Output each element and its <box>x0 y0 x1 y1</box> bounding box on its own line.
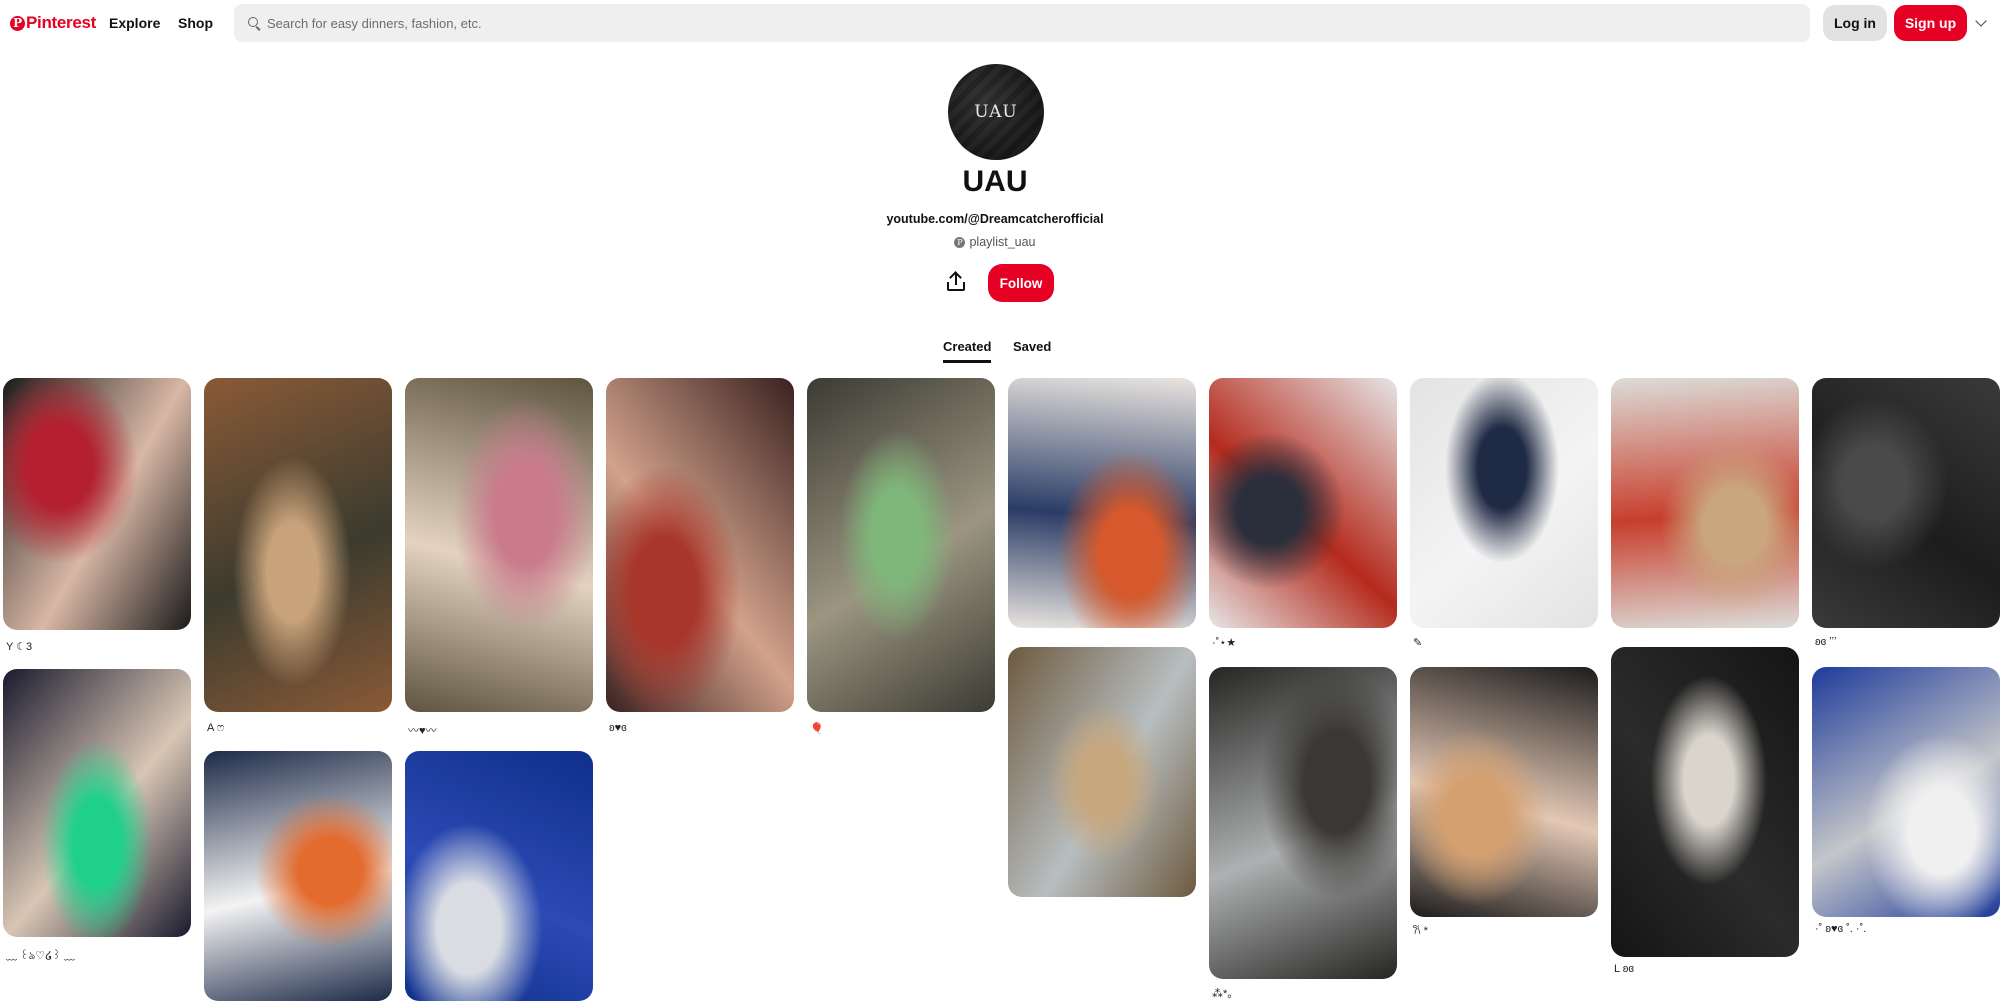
profile-website-link[interactable]: youtube.com/@Dreamcatcherofficial <box>0 212 1990 226</box>
avatar-logo-text: UAU <box>974 102 1018 122</box>
pin-image[interactable] <box>405 751 593 1001</box>
pin-caption[interactable]: ·˚ ʚ♥ɞ ˚. ·˚. <box>1815 923 1866 935</box>
pin-caption[interactable]: ﹏ ꒰ঌ♡໒꒱ ﹏ <box>6 947 75 966</box>
pin-image[interactable] <box>3 669 191 937</box>
login-button[interactable]: Log in <box>1823 5 1887 41</box>
pin-caption[interactable]: L ʚɞ <box>1614 963 1634 975</box>
pin-image[interactable] <box>1812 378 2000 628</box>
pin-caption[interactable]: A ෆ <box>207 722 224 735</box>
pin-image[interactable] <box>1410 378 1598 628</box>
pin-caption[interactable]: 〰♥〰 <box>408 722 437 738</box>
pin-image[interactable] <box>1008 378 1196 628</box>
pin-image[interactable] <box>204 378 392 712</box>
signup-button[interactable]: Sign up <box>1894 5 1967 41</box>
pinterest-logo[interactable]: P Pinterest <box>10 13 96 33</box>
logo-text: Pinterest <box>26 13 97 32</box>
search-bar[interactable] <box>234 4 1810 42</box>
pin-image[interactable] <box>807 378 995 712</box>
pin-image[interactable] <box>606 378 794 712</box>
pin-caption[interactable]: ⁂*。 <box>1212 985 1238 1001</box>
profile-handle: P playlist_uau <box>0 235 1990 249</box>
profile-avatar: UAU <box>948 64 1044 160</box>
pin-image[interactable] <box>1008 647 1196 897</box>
tab-created[interactable]: Created <box>943 339 992 363</box>
pin-caption[interactable]: 🎈 <box>810 722 824 735</box>
profile-name: UAU <box>962 165 1028 198</box>
share-icon[interactable] <box>944 270 968 294</box>
chevron-down-icon[interactable] <box>1975 15 1987 27</box>
profile-handle-text: playlist_uau <box>969 235 1036 249</box>
pin-caption[interactable]: ʚɞ ʼʼʼ <box>1815 636 1837 648</box>
pin-image[interactable] <box>1812 667 2000 917</box>
search-input[interactable] <box>267 15 1767 31</box>
pin-image[interactable] <box>1611 647 1799 957</box>
search-icon <box>248 16 261 30</box>
pin-caption[interactable]: 𐙚 * <box>1413 923 1428 938</box>
pin-image[interactable] <box>204 751 392 1001</box>
pin-image[interactable] <box>3 378 191 630</box>
pinterest-logo-icon: P <box>10 15 25 31</box>
pin-image[interactable] <box>405 378 593 712</box>
tab-saved[interactable]: Saved <box>1013 339 1051 360</box>
pin-image[interactable] <box>1410 667 1598 917</box>
pin-caption[interactable]: ✎ <box>1413 636 1422 649</box>
pin-image[interactable] <box>1209 378 1397 628</box>
pinterest-small-icon: P <box>954 236 966 248</box>
nav-explore-link[interactable]: Explore <box>109 15 160 31</box>
pin-caption[interactable]: ʚ♥ɞ <box>609 722 627 734</box>
pin-caption[interactable]: Y ☾3 <box>6 640 32 653</box>
pin-caption[interactable]: ·˚⋆★ <box>1212 636 1236 649</box>
pin-image[interactable] <box>1611 378 1799 628</box>
nav-shop-link[interactable]: Shop <box>178 15 213 31</box>
top-navigation-bar: P Pinterest Explore Shop Log in Sign up <box>0 0 2000 46</box>
pin-image[interactable] <box>1209 667 1397 979</box>
follow-button[interactable]: Follow <box>988 264 1054 302</box>
